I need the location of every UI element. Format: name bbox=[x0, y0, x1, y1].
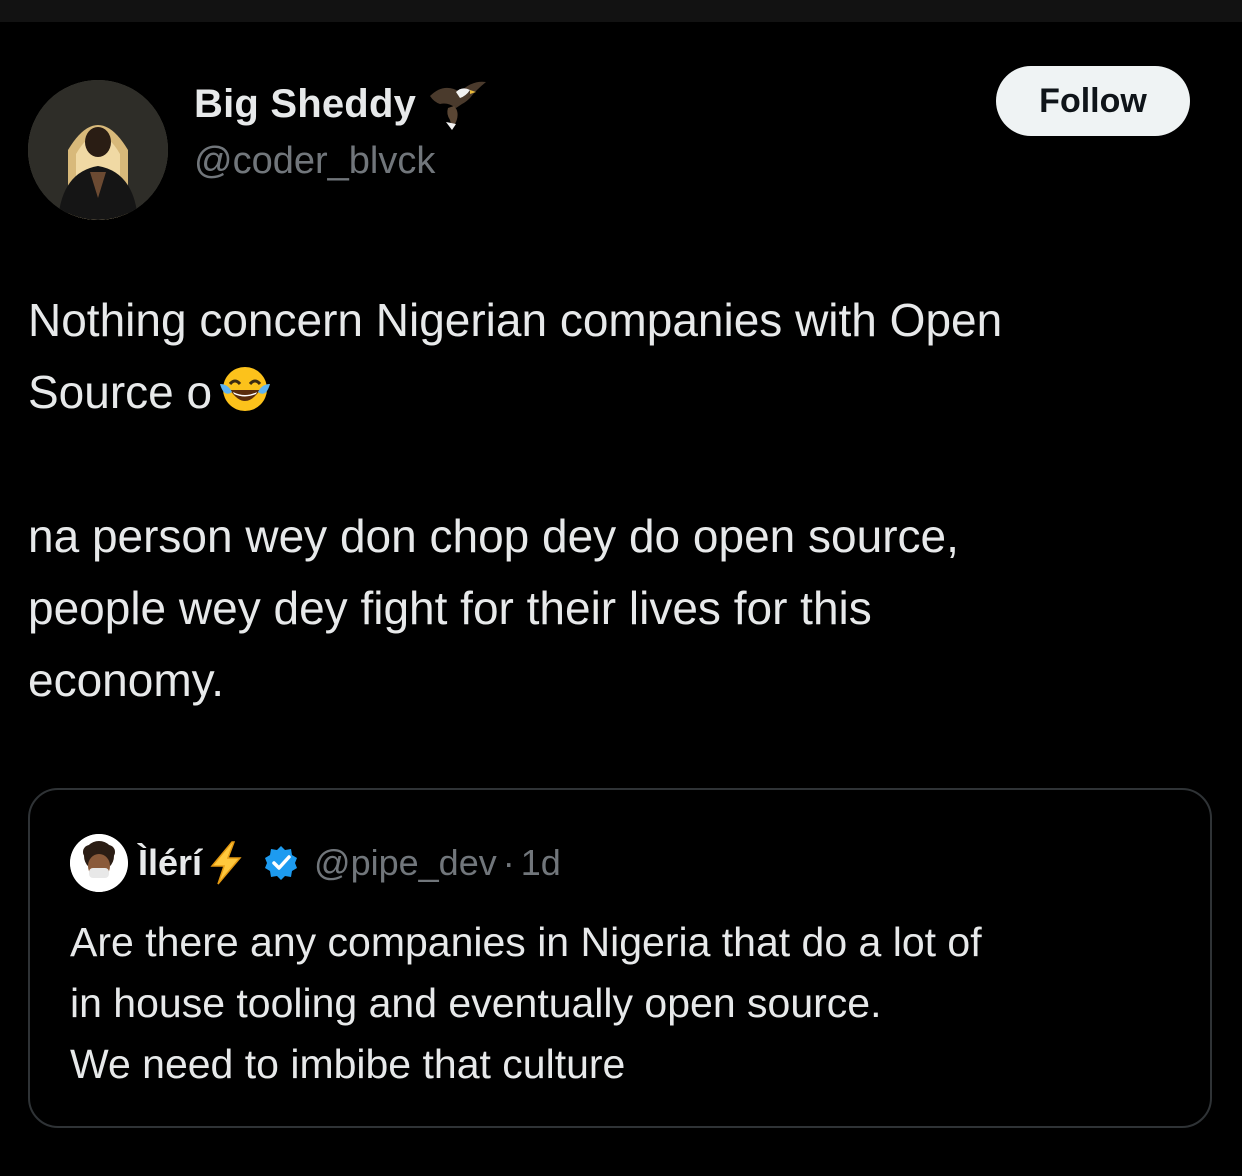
quoted-avatar-image bbox=[70, 834, 128, 892]
tweet-text: Nothing concern Nigerian companies with … bbox=[28, 284, 1218, 716]
quoted-tweet[interactable]: Ìlérí @pipe_dev · 1d Are there any compa… bbox=[28, 788, 1212, 1128]
tweet-text-line: people wey dey fight for their lives for… bbox=[28, 582, 872, 634]
quoted-tweet-header: Ìlérí @pipe_dev · 1d bbox=[70, 834, 561, 892]
verified-badge-icon bbox=[262, 844, 300, 882]
tweet-card: Big Sheddy @coder_blvck Follow Nothing c… bbox=[0, 22, 1242, 1176]
quoted-handle[interactable]: @pipe_dev bbox=[314, 842, 497, 884]
tweet-text-line: economy. bbox=[28, 654, 225, 706]
lightning-bolt-icon bbox=[206, 840, 246, 886]
quoted-text-line: Are there any companies in Nigeria that … bbox=[70, 919, 982, 965]
eagle-icon bbox=[426, 78, 488, 130]
quoted-tweet-text: Are there any companies in Nigeria that … bbox=[70, 912, 1180, 1095]
quoted-timestamp[interactable]: 1d bbox=[521, 842, 561, 884]
top-status-strip bbox=[0, 0, 1242, 22]
author-handle[interactable]: @coder_blvck bbox=[194, 140, 435, 183]
avatar[interactable] bbox=[28, 80, 168, 220]
quoted-avatar[interactable] bbox=[70, 834, 128, 892]
face-with-tears-of-joy-emoji bbox=[218, 362, 272, 416]
avatar-photo bbox=[28, 80, 168, 220]
separator-dot: · bbox=[502, 842, 515, 883]
tweet-text-line: Source o bbox=[28, 366, 213, 418]
follow-button[interactable]: Follow bbox=[996, 66, 1190, 136]
author-name-row: Big Sheddy bbox=[194, 78, 488, 130]
quoted-text-line: in house tooling and eventually open sou… bbox=[70, 980, 882, 1026]
tweet-text-line: na person wey don chop dey do open sourc… bbox=[28, 510, 959, 562]
tweet-text-line-with-emoji: Source o bbox=[28, 356, 1218, 428]
quoted-display-name[interactable]: Ìlérí bbox=[138, 842, 202, 884]
author-display-name[interactable]: Big Sheddy bbox=[194, 82, 416, 127]
quoted-text-line: We need to imbibe that culture bbox=[70, 1041, 626, 1087]
tweet-text-line: Nothing concern Nigerian companies with … bbox=[28, 294, 1003, 346]
